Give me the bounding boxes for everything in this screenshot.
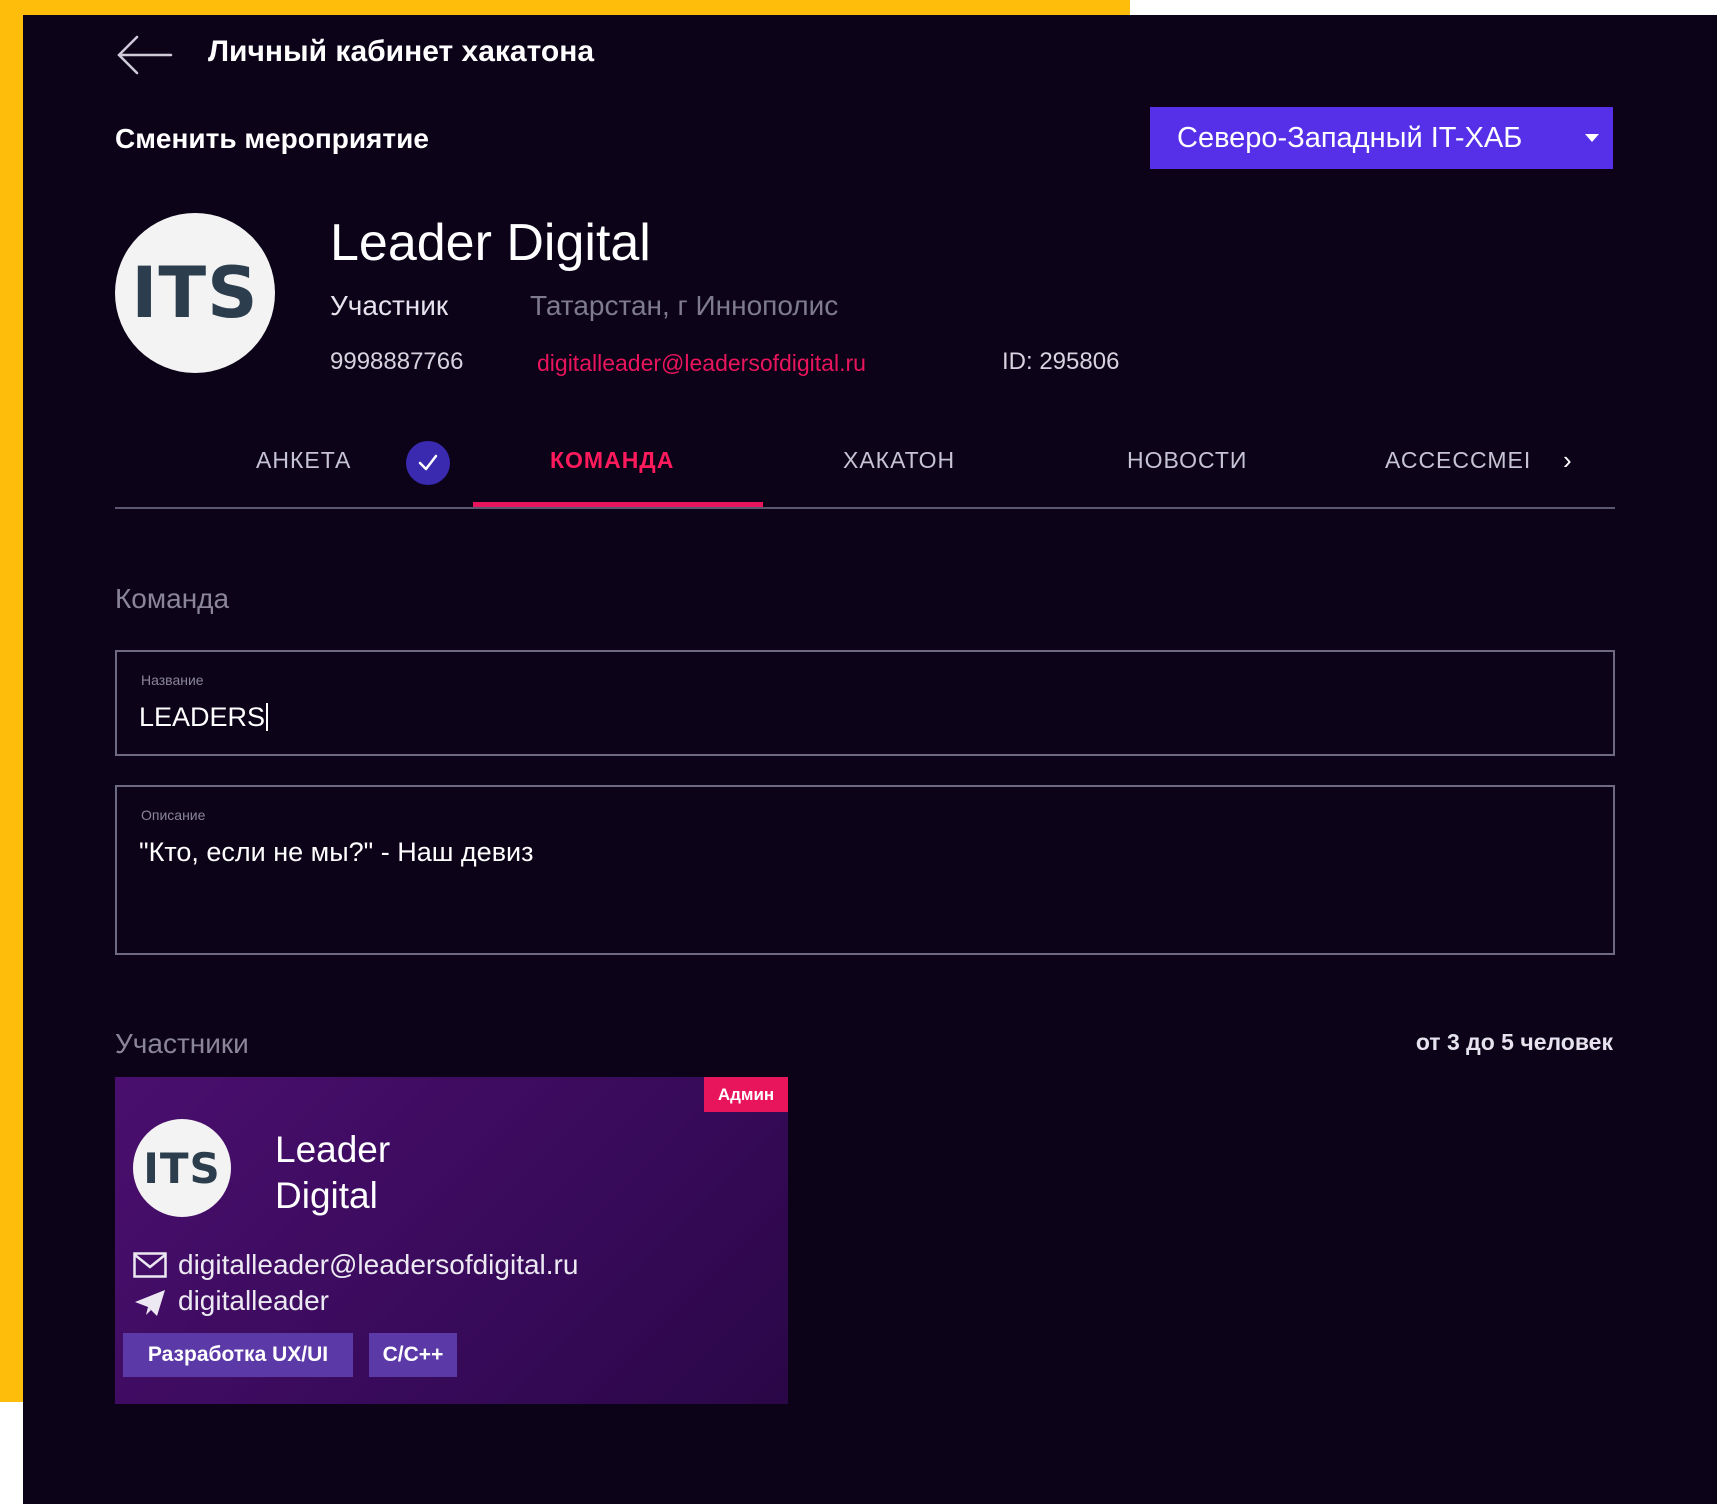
team-name-value-wrap: LEADERS [139,702,269,733]
profile-phone: 9998887766 [330,348,464,375]
member-skill-tag: C/C++ [369,1333,457,1377]
page-title: Личный кабинет хакатона [208,35,595,68]
chevron-right-icon[interactable]: › [1563,445,1572,476]
telegram-icon [135,1290,165,1316]
tab-komanda[interactable]: КОМАНДА [550,447,674,474]
team-description-value: "Кто, если не мы?" - Наш девиз [139,837,534,867]
profile-role: Участник [330,290,449,321]
admin-badge: Админ [704,1077,788,1112]
event-select[interactable]: Северо-Западный IT-ХАБ [1150,107,1613,169]
member-skill-tag: Разработка UX/UI [123,1333,353,1377]
team-description-field[interactable]: Описание "Кто, если не мы?" - Наш девиз [115,785,1615,955]
team-description-label: Описание [141,807,206,823]
arrow-left-icon[interactable] [115,33,173,77]
profile-email[interactable]: digitalleader@leadersofdigital.ru [537,350,866,377]
tab-hackathon[interactable]: ХАКАТОН [843,447,955,474]
active-tab-indicator [473,502,763,507]
mail-icon [133,1252,167,1278]
profile-name: Leader Digital [330,214,651,272]
text-cursor [266,703,269,731]
tab-assessment[interactable]: АССЕССМЕI [1385,447,1531,474]
team-section-title: Команда [115,583,230,614]
caret-down-icon [1585,134,1599,142]
member-name: Leader Digital [275,1129,391,1216]
member-avatar: ITS [133,1119,231,1217]
tab-anketa[interactable]: АНКЕТА [256,447,351,474]
tab-news[interactable]: НОВОСТИ [1127,447,1247,474]
members-size-note: от 3 до 5 человек [1415,1029,1613,1055]
change-event-label: Сменить мероприятие [115,123,429,154]
profile-avatar: ITS [115,213,275,373]
decorative-frame-left [0,0,23,1402]
tabs-divider [115,507,1615,509]
team-name-field[interactable]: Название LEADERS [115,650,1615,756]
app-window: Личный кабинет хакатона Сменить мероприя… [23,15,1717,1504]
profile-location: Татарстан, г Иннополис [530,290,839,321]
profile-id: ID: 295806 [1002,348,1120,375]
check-icon [418,454,438,471]
tab-completed-badge [406,441,450,485]
members-section-title: Участники [115,1028,249,1059]
team-name-label: Название [141,672,204,688]
member-card[interactable]: Админ ITS Leader Digital digitalleader@l… [115,1077,788,1404]
event-select-value: Северо-Западный IT-ХАБ [1177,121,1523,154]
decorative-frame-top [0,0,1130,15]
member-email[interactable]: digitalleader@leadersofdigital.ru [178,1249,578,1281]
member-telegram[interactable]: digitalleader [178,1285,329,1317]
team-name-value: LEADERS [139,702,266,732]
